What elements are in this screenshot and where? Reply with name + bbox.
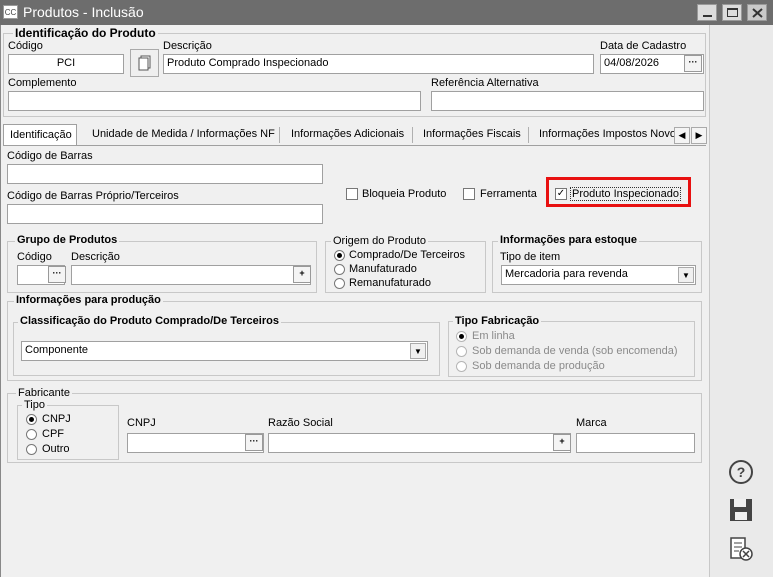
codigo-label: Código [8, 40, 43, 52]
cancel-document-icon[interactable] [728, 536, 754, 562]
app-icon: CC [3, 5, 18, 19]
referencia-input[interactable] [431, 91, 704, 111]
fabricacao-sob-venda-radio[interactable] [456, 346, 467, 357]
razao-social-input[interactable] [268, 433, 571, 453]
grupo-codigo-lookup-button[interactable]: ··· [48, 266, 66, 283]
data-cadastro-label: Data de Cadastro [600, 40, 687, 52]
cnpj-label: CNPJ [127, 417, 156, 429]
origem-manufaturado-label: Manufaturado [349, 263, 417, 275]
codigo-input[interactable]: PCI [8, 54, 124, 74]
origem-remanufaturado-radio[interactable] [334, 278, 345, 289]
tipo-item-dropdown-icon[interactable]: ▼ [678, 267, 694, 283]
origem-remanufaturado-label: Remanufaturado [349, 277, 431, 289]
complemento-input[interactable] [8, 91, 421, 111]
action-sidebar [709, 25, 773, 577]
razao-social-add-button[interactable]: + [553, 434, 571, 451]
descricao-input[interactable]: Produto Comprado Inspecionado [163, 54, 594, 74]
tipo-cnpj-radio[interactable] [26, 414, 37, 425]
date-picker-button[interactable]: ··· [684, 55, 702, 72]
fabricante-legend: Fabricante [16, 387, 72, 399]
fabricacao-sob-producao-radio[interactable] [456, 361, 467, 372]
tipo-fabricacao-legend: Tipo Fabricação [453, 315, 542, 327]
tab-unidade-medida[interactable]: Unidade de Medida / Informações NF [86, 124, 281, 146]
classificacao-select[interactable]: Componente [21, 341, 428, 361]
tab-separator [279, 127, 280, 143]
identificacao-legend: Identificação do Produto [13, 26, 158, 40]
maximize-button[interactable] [722, 4, 742, 21]
producao-legend: Informações para produção [14, 294, 163, 306]
fabricacao-sob-venda-label: Sob demanda de venda (sob encomenda) [472, 345, 678, 357]
marca-label: Marca [576, 417, 607, 429]
tab-separator [412, 127, 413, 143]
grupo-codigo-label: Código [17, 251, 52, 263]
copy-button[interactable] [130, 49, 159, 77]
tab-scroll-left-icon[interactable]: ◀ [674, 127, 690, 144]
descricao-label: Descrição [163, 40, 212, 52]
origem-produto-legend: Origem do Produto [331, 235, 428, 247]
classificacao-dropdown-icon[interactable]: ▼ [410, 343, 426, 359]
close-icon [752, 8, 763, 18]
tipo-cnpj-label: CNPJ [42, 413, 71, 425]
title-bar: CC Produtos - Inclusão [0, 0, 773, 25]
codigo-barras-proprio-label: Código de Barras Próprio/Terceiros [7, 190, 179, 202]
tab-separator [528, 127, 529, 143]
document-icon [138, 55, 151, 71]
tab-informacoes-adicionais[interactable]: Informações Adicionais [285, 124, 410, 146]
tipo-outro-label: Outro [42, 443, 70, 455]
minimize-button[interactable] [697, 4, 717, 21]
codigo-barras-proprio-input[interactable] [7, 204, 323, 224]
cnpj-input[interactable] [127, 433, 264, 453]
tab-scroll-right-icon[interactable]: ▶ [691, 127, 707, 144]
razao-social-label: Razão Social [268, 417, 333, 429]
fabricacao-em-linha-label: Em linha [472, 330, 515, 342]
fabricante-tipo-legend: Tipo [22, 399, 47, 411]
tipo-cpf-label: CPF [42, 428, 64, 440]
codigo-barras-label: Código de Barras [7, 150, 93, 162]
svg-text:?: ? [737, 464, 746, 480]
bloqueia-produto-checkbox[interactable] [346, 188, 358, 200]
complemento-label: Complemento [8, 77, 77, 89]
origem-manufaturado-radio[interactable] [334, 264, 345, 275]
fabricacao-em-linha-radio[interactable] [456, 331, 467, 342]
help-icon[interactable]: ? [728, 459, 754, 485]
tab-informacoes-fiscais[interactable]: Informações Fiscais [417, 124, 527, 146]
close-button[interactable] [747, 4, 767, 21]
grupo-descricao-input[interactable] [71, 265, 311, 285]
tipo-item-select[interactable]: Mercadoria para revenda [501, 265, 696, 285]
tab-informacoes-impostos[interactable]: Informações Impostos Novo [533, 124, 675, 146]
save-icon[interactable] [728, 497, 754, 523]
referencia-label: Referência Alternativa [431, 77, 539, 89]
fabricacao-sob-producao-label: Sob demanda de produção [472, 360, 605, 372]
produto-inspecionado-label: Produto Inspecionado [570, 187, 682, 201]
tab-identificacao[interactable]: Identificação [3, 124, 77, 146]
cnpj-lookup-button[interactable]: ··· [245, 434, 263, 451]
codigo-barras-input[interactable] [7, 164, 323, 184]
ferramenta-checkbox[interactable] [463, 188, 475, 200]
tipo-cpf-radio[interactable] [26, 429, 37, 440]
origem-comprado-label: Comprado/De Terceiros [349, 249, 465, 261]
grupo-add-button[interactable]: + [293, 266, 311, 283]
bloqueia-produto-label: Bloqueia Produto [362, 188, 447, 200]
origem-comprado-radio[interactable] [334, 250, 345, 261]
tipo-item-label: Tipo de item [500, 251, 561, 263]
grupo-produtos-legend: Grupo de Produtos [15, 234, 120, 246]
ferramenta-label: Ferramenta [480, 188, 537, 200]
classificacao-legend: Classificação do Produto Comprado/De Ter… [18, 315, 281, 327]
window-title: Produtos - Inclusão [23, 4, 144, 20]
marca-input[interactable] [576, 433, 695, 453]
grupo-descricao-label: Descrição [71, 251, 120, 263]
estoque-legend: Informações para estoque [498, 234, 639, 246]
produto-inspecionado-checkbox[interactable]: ✓ [555, 188, 567, 200]
tipo-outro-radio[interactable] [26, 444, 37, 455]
